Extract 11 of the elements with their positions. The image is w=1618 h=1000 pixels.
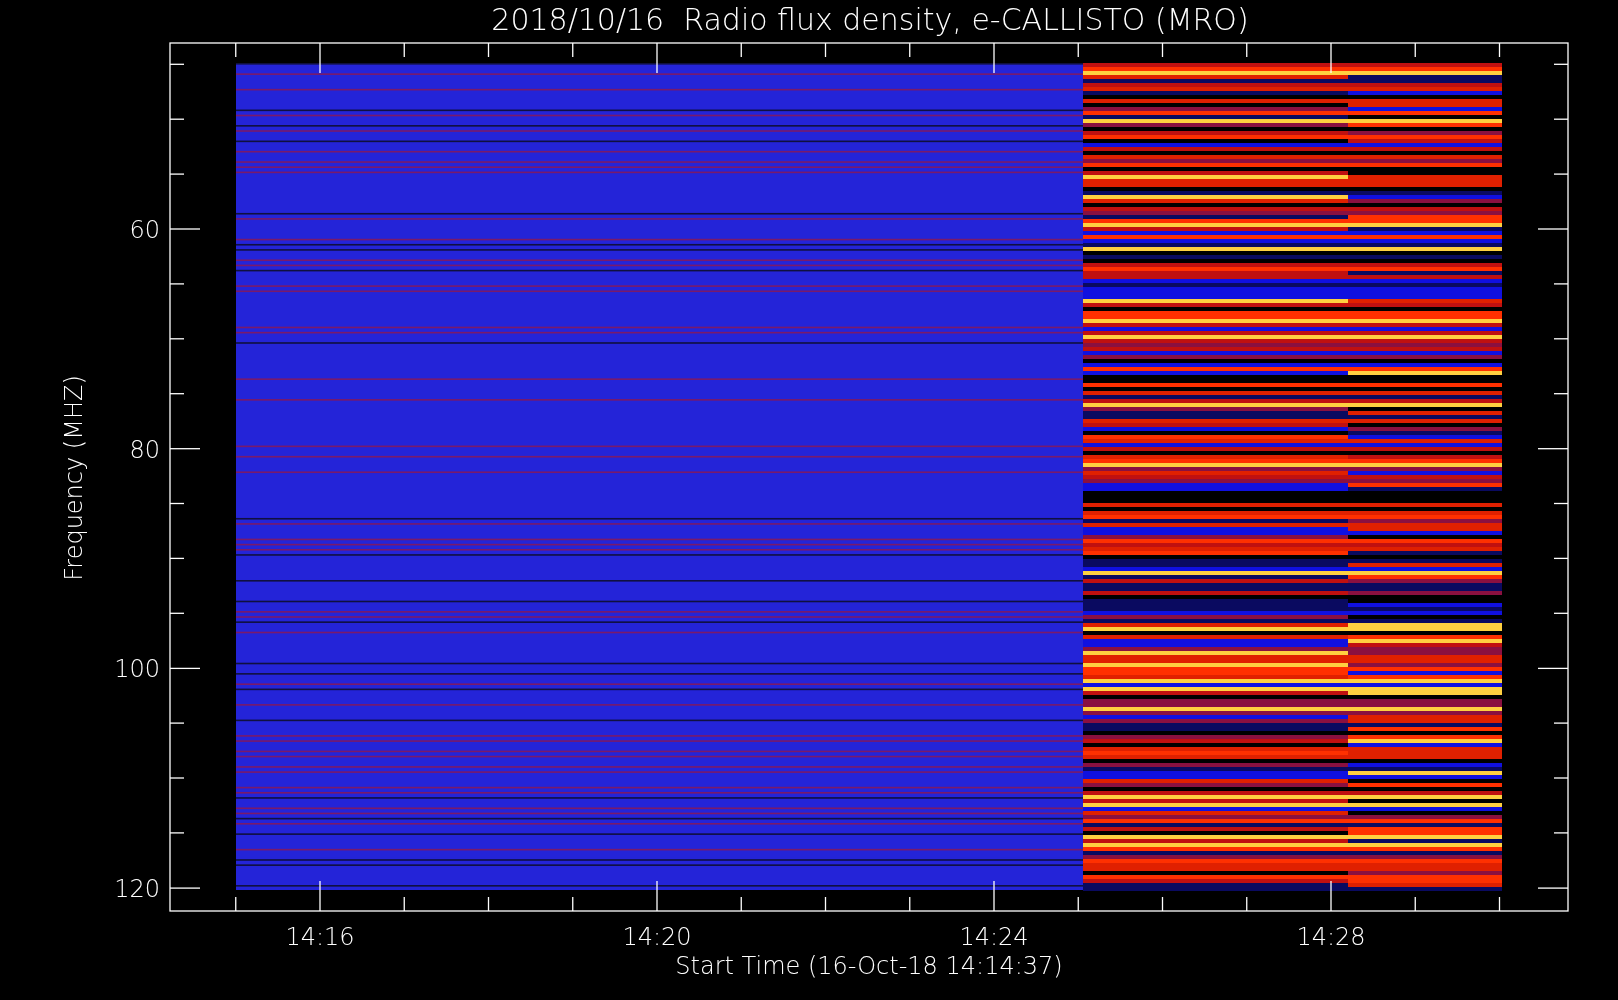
y-tick-label: 80 (129, 435, 160, 464)
chart-title: 2018/10/16 Radio flux density, e-CALLISTO (MRO) (491, 2, 1249, 37)
x-tick-label: 14:24 (959, 923, 1029, 951)
x-tick-label: 14:16 (285, 923, 355, 951)
x-tick-label: 14:20 (622, 923, 692, 951)
y-tick-label: 60 (129, 216, 160, 244)
y-tick-label: 100 (114, 655, 160, 684)
x-axis-label: Start Time (16-Oct-18 14:14:37) (675, 952, 1063, 980)
y-tick-label: 120 (114, 875, 160, 904)
x-tick-label: 14:28 (1296, 923, 1366, 951)
y-axis-label: Frequency (MHZ) (60, 375, 88, 581)
